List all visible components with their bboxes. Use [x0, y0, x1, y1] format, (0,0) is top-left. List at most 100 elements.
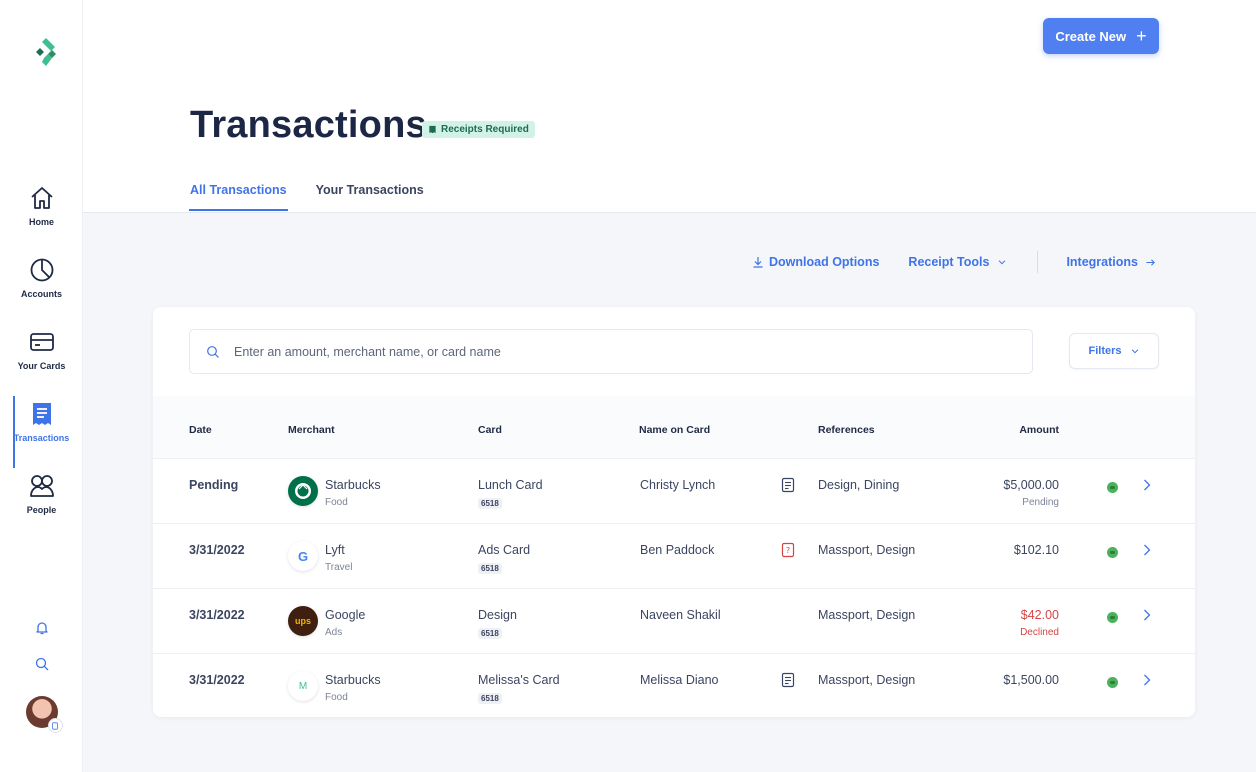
download-options-label: Download Options — [769, 255, 880, 269]
table-row[interactable]: 3/31/2022 ups Google Ads Design 6518 Nav… — [153, 589, 1195, 654]
tab-all-transactions[interactable]: All Transactions — [189, 183, 288, 211]
logo-letter: ups — [294, 616, 311, 626]
integrations-link[interactable]: Integrations — [1066, 255, 1156, 269]
page-header: Create New + Transactions Receipts Requi… — [83, 0, 1256, 213]
column-header-amount[interactable]: Amount — [1019, 424, 1059, 436]
chevron-down-icon — [999, 260, 1006, 265]
row-date: Pending — [189, 478, 239, 492]
chevron-down-icon — [1131, 349, 1138, 354]
sidebar-item-label: Transactions — [13, 433, 70, 443]
bell-icon[interactable] — [34, 620, 50, 636]
avatar[interactable] — [25, 696, 63, 733]
home-icon — [30, 187, 53, 209]
download-options-link[interactable]: Download Options — [752, 255, 879, 269]
row-amount: $1,500.00 — [1003, 673, 1059, 687]
row-references: Massport, Design — [818, 543, 916, 557]
row-amount-status: Declined — [1020, 627, 1059, 638]
status-dot-icon — [1107, 482, 1118, 493]
table-row[interactable]: 3/31/2022 G Lyft Travel Ads Card 6518 Be… — [153, 524, 1195, 589]
sidebar-item-home[interactable]: Home — [0, 182, 83, 254]
create-new-button[interactable]: Create New + — [1043, 18, 1159, 54]
svg-text:?: ? — [786, 546, 790, 555]
status-dot-icon — [1107, 547, 1118, 558]
people-icon — [29, 475, 54, 497]
chevron-right-icon[interactable] — [1142, 478, 1152, 492]
row-name-on-card: Naveen Shakil — [640, 608, 721, 622]
table-header: Date Merchant Card Name on Card Referenc… — [153, 396, 1195, 459]
row-name-on-card: Christy Lynch — [640, 478, 716, 492]
sidebar-item-transactions[interactable]: Transactions — [0, 396, 83, 470]
sidebar-item-accounts[interactable]: Accounts — [0, 254, 83, 326]
row-merchant-category: Food — [325, 497, 348, 508]
column-header-name-on-card[interactable]: Name on Card — [639, 424, 710, 436]
sidebar-item-people[interactable]: People — [0, 470, 83, 542]
chevron-right-icon[interactable] — [1142, 673, 1152, 687]
search-icon[interactable] — [34, 656, 50, 672]
status-badge-label: Receipts Required — [441, 124, 529, 135]
filters-label: Filters — [1088, 345, 1122, 357]
document-icon — [47, 718, 63, 733]
chevron-right-icon[interactable] — [1142, 608, 1152, 622]
row-merchant-category: Food — [325, 692, 348, 703]
integrations-label: Integrations — [1066, 255, 1138, 269]
google-logo-icon: G — [288, 541, 318, 571]
row-references: Massport, Design — [818, 673, 916, 687]
page-title: Transactions — [190, 104, 427, 146]
tab-bar: All Transactions Your Transactions — [189, 183, 424, 211]
pie-chart-icon — [30, 258, 53, 282]
column-header-merchant[interactable]: Merchant — [288, 424, 335, 436]
create-new-label: Create New — [1055, 28, 1127, 44]
receipt-tools-dropdown[interactable]: Receipt Tools — [908, 255, 1007, 269]
sidebar-item-label: Home — [28, 217, 54, 227]
row-references: Design, Dining — [818, 478, 900, 492]
row-merchant-name: Lyft — [325, 543, 345, 557]
row-card-name: Melissa's Card — [478, 673, 560, 687]
receipt-icon — [32, 403, 51, 425]
sidebar-item-your-cards[interactable]: Your Cards — [0, 326, 83, 398]
row-card-number: 6518 — [478, 628, 502, 639]
row-name-on-card: Melissa Diano — [640, 673, 719, 687]
table-row[interactable]: 3/31/2022 M Starbucks Food Melissa's Car… — [153, 654, 1195, 719]
status-dot-icon — [1107, 612, 1118, 623]
toolbar-divider — [1037, 251, 1039, 273]
search-icon — [207, 345, 219, 358]
status-badge: Receipts Required — [422, 121, 535, 138]
row-amount: $102.10 — [1013, 543, 1059, 557]
row-amount: $5,000.00 — [1003, 478, 1059, 492]
row-merchant-name: Google — [325, 608, 366, 622]
plus-icon: + — [1136, 26, 1147, 46]
monogram-logo-icon: M — [288, 671, 318, 701]
brand-logo-icon[interactable] — [32, 36, 60, 68]
column-header-card[interactable]: Card — [478, 424, 502, 436]
sidebar-item-label: Accounts — [20, 289, 62, 299]
column-header-date[interactable]: Date — [189, 424, 212, 436]
row-date: 3/31/2022 — [189, 543, 245, 557]
row-date: 3/31/2022 — [189, 673, 245, 687]
sidebar-bottom — [0, 620, 83, 733]
ups-logo-icon: ups — [288, 606, 318, 636]
status-dot-icon — [1107, 677, 1118, 688]
table-row[interactable]: Pending Starbucks Food Lunch Card 6518 C… — [153, 459, 1195, 524]
sidebar: Home Accounts Your Cards Transactions Pe… — [0, 0, 83, 772]
tab-your-transactions[interactable]: Your Transactions — [316, 183, 424, 211]
transactions-card: Filters Date Merchant Card Name on Card … — [153, 307, 1195, 717]
receipt-attached-icon[interactable] — [781, 672, 795, 688]
receipt-missing-icon[interactable]: ? — [781, 542, 795, 558]
toolbar: Download Options Receipt Tools Integrati… — [752, 251, 1156, 273]
arrow-right-icon — [1146, 258, 1155, 266]
row-references: Massport, Design — [818, 608, 916, 622]
row-merchant-name: Starbucks — [325, 673, 381, 687]
column-header-references[interactable]: References — [818, 424, 875, 436]
sidebar-item-label: People — [26, 505, 57, 515]
receipt-attached-icon[interactable] — [781, 477, 795, 493]
receipt-badge-icon — [429, 125, 436, 134]
search-input[interactable] — [234, 344, 994, 359]
logo-letter: M — [298, 680, 308, 692]
row-merchant-category: Travel — [325, 562, 353, 573]
credit-card-icon — [29, 333, 54, 351]
chevron-right-icon[interactable] — [1142, 543, 1152, 557]
filters-button[interactable]: Filters — [1069, 333, 1159, 369]
sidebar-item-label: Your Cards — [17, 361, 66, 371]
download-icon — [753, 257, 763, 268]
row-card-name: Design — [478, 608, 517, 622]
